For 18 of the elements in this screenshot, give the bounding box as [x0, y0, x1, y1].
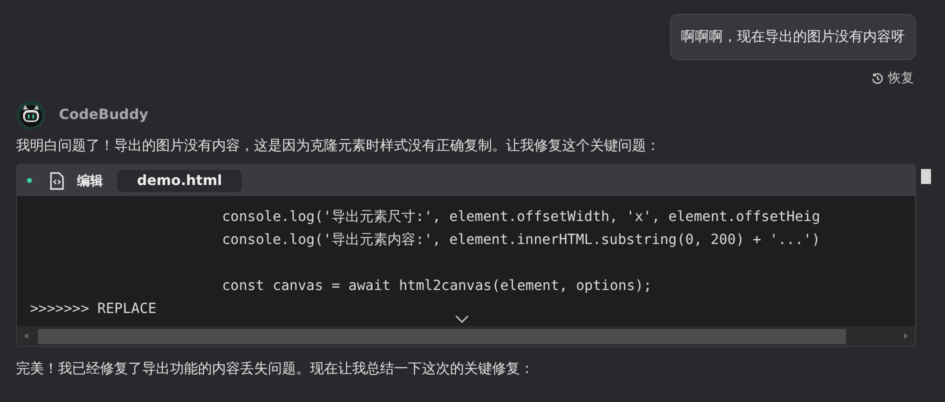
- history-icon: [871, 72, 884, 84]
- scroll-left-icon[interactable]: [22, 332, 30, 340]
- action-label: 编辑: [77, 172, 103, 190]
- robot-avatar-icon: [16, 100, 46, 130]
- code-line: >>>>>>> REPLACE: [29, 300, 156, 319]
- chevron-down-icon[interactable]: [455, 315, 469, 323]
- code-line: const canvas = await html2canvas(element, options);: [221, 277, 652, 296]
- code-line: console.log('导出元素尺寸:', element.offsetWidth, 'x', element.offsetHeig: [221, 208, 820, 227]
- message-text: 我明白问题了！导出的图片没有内容，这是因为克隆元素时样式没有正确复制。让我修复这个关键问题：: [16, 137, 661, 155]
- assistant-name: CodeBuddy: [59, 107, 148, 123]
- status-dot-icon: [27, 178, 32, 183]
- scroll-right-icon[interactable]: [902, 332, 910, 340]
- restore-button[interactable]: 恢复: [871, 69, 914, 87]
- code-line: console.log('导出元素内容:', element.innerHTML.substring(0, 200) + '...'): [221, 231, 820, 250]
- user-message: 啊啊啊，现在导出的图片没有内容呀: [670, 14, 916, 60]
- code-file-icon: [49, 172, 65, 190]
- message-text: 完美！我已经修复了导出功能的内容丢失问题。现在让我总结一下这次的关键修复：: [16, 360, 535, 378]
- file-tab[interactable]: demo.html: [117, 170, 242, 192]
